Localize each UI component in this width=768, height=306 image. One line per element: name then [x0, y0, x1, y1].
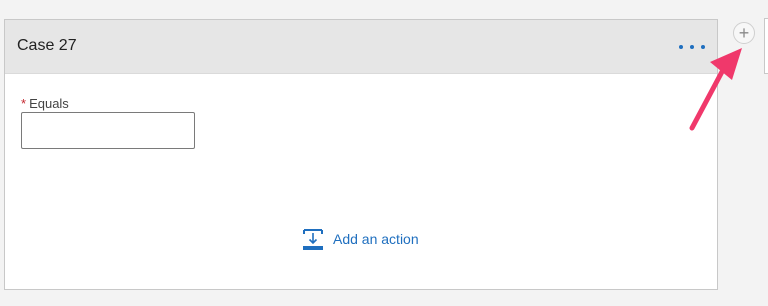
required-marker: *: [21, 96, 27, 111]
adjacent-case-card-edge: [764, 18, 768, 74]
equals-label-text: Equals: [29, 96, 69, 111]
case-header: Case 27: [5, 20, 717, 74]
add-action-button[interactable]: Add an action: [301, 227, 419, 251]
equals-input[interactable]: [21, 112, 195, 149]
ellipsis-icon: [679, 45, 683, 49]
case-card: Case 27 * Equals Add an action: [4, 19, 718, 290]
equals-label: * Equals: [21, 96, 69, 111]
more-options-button[interactable]: [679, 40, 705, 54]
add-case-button[interactable]: +: [733, 22, 755, 44]
ellipsis-icon-dot: [701, 45, 705, 49]
add-action-icon: [303, 229, 323, 250]
add-action-label: Add an action: [333, 231, 419, 247]
case-title[interactable]: Case 27: [17, 37, 77, 55]
stage: Case 27 * Equals Add an action +: [0, 0, 768, 306]
ellipsis-icon-dot: [690, 45, 694, 49]
